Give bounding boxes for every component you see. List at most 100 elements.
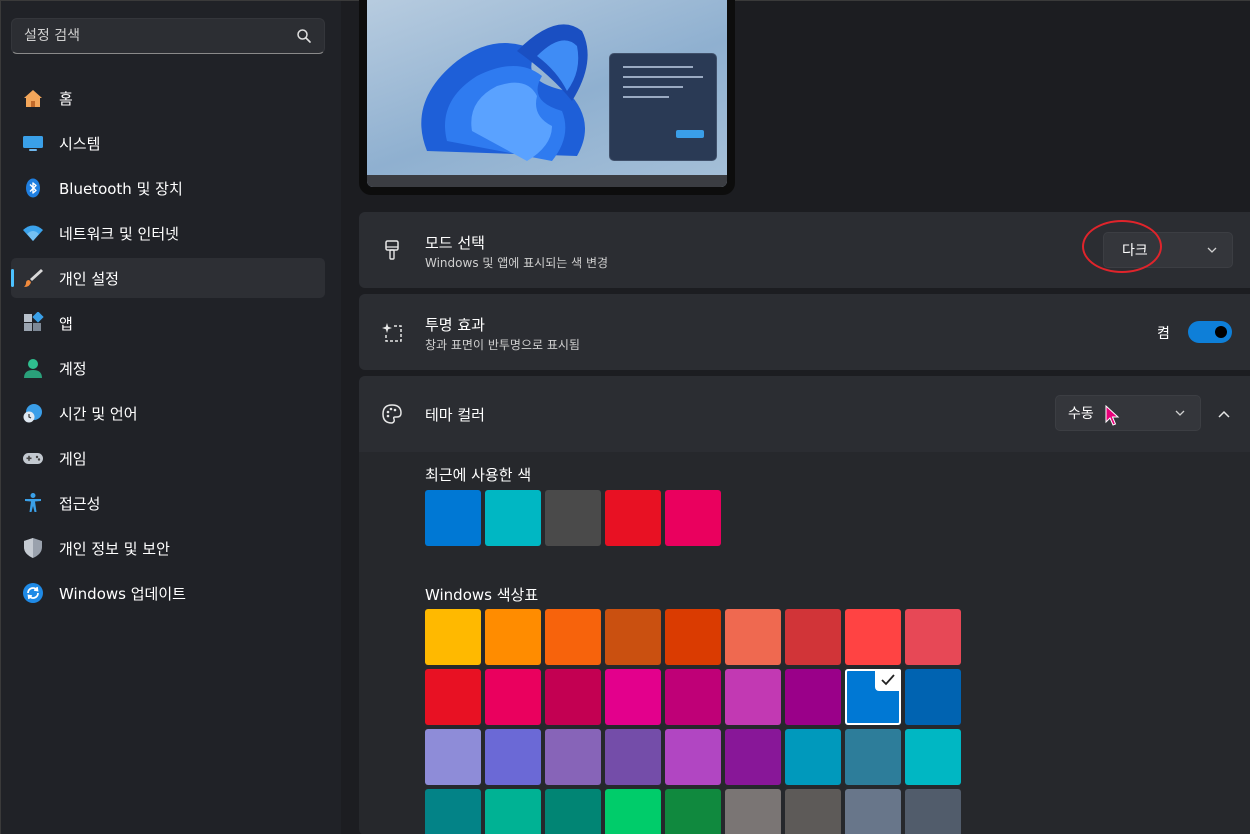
sidebar-item-privacy-security[interactable]: 개인 정보 및 보안: [11, 528, 325, 568]
palette-color-swatch[interactable]: [845, 729, 901, 785]
palette-color-swatch[interactable]: [785, 609, 841, 665]
palette-color-swatch[interactable]: [725, 789, 781, 834]
sidebar-item-label: 앱: [59, 314, 73, 333]
palette-color-swatch[interactable]: [605, 669, 661, 725]
recent-colors-label: 최근에 사용한 색: [425, 466, 532, 484]
palette-color-swatch[interactable]: [425, 669, 481, 725]
theme-color-header[interactable]: 테마 컬러 수동: [359, 376, 1250, 452]
apps-icon: [21, 311, 45, 335]
mode-dropdown[interactable]: 다크: [1103, 232, 1233, 268]
transparency-state-label: 켬: [1157, 326, 1170, 342]
chevron-up-icon[interactable]: [1217, 407, 1231, 421]
palette-color-swatch[interactable]: [845, 669, 901, 725]
palette-color-swatch[interactable]: [545, 789, 601, 834]
mode-card: 모드 선택 Windows 및 앱에 표시되는 색 변경 다크: [359, 212, 1250, 288]
chevron-down-icon: [1175, 410, 1185, 416]
sidebar-item-label: 홈: [59, 89, 73, 108]
checkmark-icon: [875, 669, 901, 691]
palette-color-swatch[interactable]: [545, 669, 601, 725]
monitor-icon: [21, 131, 45, 155]
transparency-title: 투명 효과: [425, 316, 485, 334]
palette-color-swatch[interactable]: [425, 609, 481, 665]
theme-color-dropdown-value: 수동: [1068, 406, 1094, 422]
palette-color-swatch[interactable]: [785, 669, 841, 725]
accessibility-icon: [21, 491, 45, 515]
update-icon: [21, 581, 45, 605]
palette-color-swatch[interactable]: [605, 609, 661, 665]
wifi-icon: [21, 221, 45, 245]
sidebar-item-label: Bluetooth 및 장치: [59, 179, 183, 198]
recent-color-swatch[interactable]: [425, 490, 481, 546]
sidebar-item-time-language[interactable]: 시간 및 언어: [11, 393, 325, 433]
sidebar-item-accounts[interactable]: 계정: [11, 348, 325, 388]
palette-color-swatch[interactable]: [605, 789, 661, 834]
transparency-subtitle: 창과 표면이 반투명으로 표시됨: [425, 338, 580, 352]
palette-color-swatch[interactable]: [845, 609, 901, 665]
shield-icon: [21, 536, 45, 560]
settings-window: 홈 시스템 Bluetooth 및 장치 네트워크 및 인터넷: [0, 0, 1250, 834]
palette-color-swatch[interactable]: [905, 789, 961, 834]
theme-preview: [359, 0, 735, 195]
sidebar-item-label: 개인 정보 및 보안: [59, 539, 170, 558]
preview-line: [623, 96, 669, 98]
preview-line: [623, 86, 683, 88]
palette-color-swatch[interactable]: [485, 729, 541, 785]
search-box[interactable]: [11, 18, 325, 54]
palette-color-swatch[interactable]: [725, 609, 781, 665]
mode-subtitle: Windows 및 앱에 표시되는 색 변경: [425, 256, 609, 270]
sidebar-item-label: Windows 업데이트: [59, 584, 186, 603]
person-icon: [21, 356, 45, 380]
preview-button: [676, 130, 704, 138]
palette-color-swatch[interactable]: [665, 789, 721, 834]
sidebar-item-system[interactable]: 시스템: [11, 123, 325, 163]
mode-title: 모드 선택: [425, 234, 485, 252]
sidebar-item-home[interactable]: 홈: [11, 78, 325, 118]
search-icon[interactable]: [296, 28, 312, 44]
palette-color-swatch[interactable]: [485, 609, 541, 665]
recent-color-swatch[interactable]: [605, 490, 661, 546]
theme-color-card: 테마 컬러 수동 최근에 사용한 색 Windows 색상표: [359, 376, 1250, 834]
preview-line: [623, 76, 703, 78]
transparency-card: 투명 효과 창과 표면이 반투명으로 표시됨 켬: [359, 294, 1250, 370]
palette-color-swatch[interactable]: [725, 669, 781, 725]
palette-color-swatch[interactable]: [545, 729, 601, 785]
palette-color-swatch[interactable]: [785, 729, 841, 785]
palette-icon: [382, 404, 402, 424]
palette-color-swatch[interactable]: [485, 789, 541, 834]
brush-icon: [21, 266, 45, 290]
theme-color-dropdown[interactable]: 수동: [1055, 395, 1201, 431]
palette-color-swatch[interactable]: [665, 729, 721, 785]
palette-color-swatch[interactable]: [785, 789, 841, 834]
palette-color-swatch[interactable]: [425, 789, 481, 834]
transparency-toggle[interactable]: [1188, 321, 1232, 343]
palette-color-swatch[interactable]: [605, 729, 661, 785]
palette-color-swatch[interactable]: [845, 789, 901, 834]
sidebar-item-gaming[interactable]: 게임: [11, 438, 325, 478]
chevron-down-icon: [1207, 247, 1217, 253]
gamepad-icon: [21, 446, 45, 470]
windows-palette-label: Windows 색상표: [425, 586, 539, 604]
theme-color-title: 테마 컬러: [425, 406, 485, 424]
sidebar-item-accessibility[interactable]: 접근성: [11, 483, 325, 523]
sidebar-item-network[interactable]: 네트워크 및 인터넷: [11, 213, 325, 253]
palette-color-swatch[interactable]: [485, 669, 541, 725]
palette-color-swatch[interactable]: [905, 669, 961, 725]
sidebar-item-personalization[interactable]: 개인 설정: [11, 258, 325, 298]
sidebar-item-bluetooth[interactable]: Bluetooth 및 장치: [11, 168, 325, 208]
palette-color-swatch[interactable]: [905, 729, 961, 785]
sidebar-item-label: 시스템: [59, 134, 101, 153]
recent-color-swatch[interactable]: [545, 490, 601, 546]
sidebar-item-apps[interactable]: 앱: [11, 303, 325, 343]
palette-color-swatch[interactable]: [545, 609, 601, 665]
search-input[interactable]: [24, 19, 294, 53]
palette-color-swatch[interactable]: [425, 729, 481, 785]
recent-color-swatch[interactable]: [665, 490, 721, 546]
palette-color-swatch[interactable]: [665, 669, 721, 725]
sidebar-item-label: 계정: [59, 359, 87, 378]
palette-color-swatch[interactable]: [725, 729, 781, 785]
preview-taskbar: [367, 175, 727, 187]
palette-color-swatch[interactable]: [905, 609, 961, 665]
recent-color-swatch[interactable]: [485, 490, 541, 546]
sidebar-item-windows-update[interactable]: Windows 업데이트: [11, 573, 325, 613]
palette-color-swatch[interactable]: [665, 609, 721, 665]
